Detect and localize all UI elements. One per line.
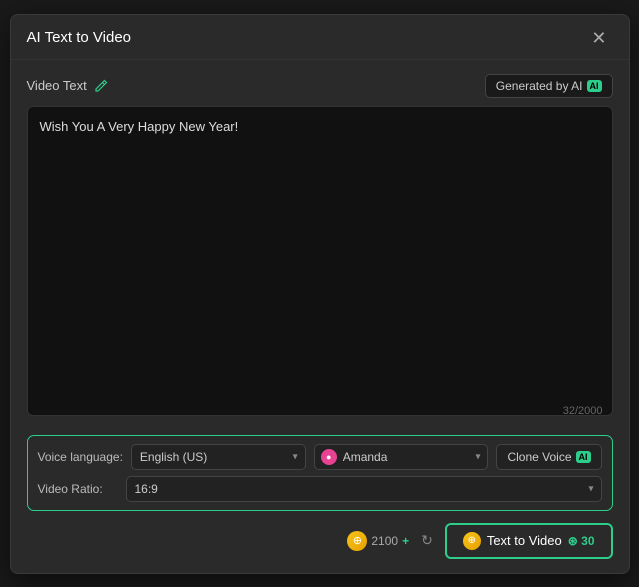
controls-section: Voice language: English (US) ▾ ● Amanda … [27, 435, 613, 511]
clone-voice-ai-badge: AI [576, 451, 591, 463]
credits-section: ⊕ 2100 + [347, 531, 409, 551]
text-to-video-button[interactable]: ⊕ Text to Video ⊛ 30 [445, 523, 613, 559]
voice-language-select[interactable]: English (US) [131, 444, 306, 470]
video-textarea[interactable]: Wish You A Very Happy New Year! [27, 106, 613, 416]
video-ratio-label: Video Ratio: [38, 482, 118, 496]
text-area-wrapper: Wish You A Very Happy New Year! 32/2000 [27, 106, 613, 425]
clone-voice-label: Clone Voice [507, 450, 571, 464]
text-to-video-coin-icon: ⊕ [463, 532, 481, 550]
voice-language-select-wrapper: English (US) ▾ [131, 444, 306, 470]
credits-coin-icon: ⊕ [347, 531, 367, 551]
video-ratio-select-wrapper: 16:9 ▾ [126, 476, 602, 502]
credits-amount: 2100 [371, 534, 398, 548]
voice-row: Voice language: English (US) ▾ ● Amanda … [38, 444, 602, 470]
voice-name-wrapper: ● Amanda ▾ [314, 444, 489, 470]
video-text-header: Video Text Generated by AI AI [27, 74, 613, 98]
text-to-video-label: Text to Video [487, 533, 562, 548]
edit-icon [93, 78, 109, 94]
ratio-row: Video Ratio: 16:9 ▾ [38, 476, 602, 502]
video-text-label: Video Text [27, 78, 87, 93]
ai-badge-sm: AI [587, 80, 602, 92]
dialog: AI Text to Video ✕ Video Text Generated … [10, 14, 630, 574]
refresh-button[interactable]: ↻ [419, 530, 435, 551]
voice-language-label: Voice language: [38, 450, 123, 464]
title-bar: AI Text to Video ✕ [11, 15, 629, 60]
video-ratio-select[interactable]: 16:9 [126, 476, 602, 502]
clone-voice-button[interactable]: Clone Voice AI [496, 444, 601, 470]
title-bar-left: AI Text to Video [27, 29, 132, 46]
footer-row: ⊕ 2100 + ↻ ⊕ Text to Video ⊛ 30 [27, 519, 613, 559]
text-to-video-cost: ⊛ 30 [568, 534, 595, 548]
video-text-label-row: Video Text [27, 78, 109, 94]
voice-name-select[interactable]: Amanda [314, 444, 489, 470]
dialog-title: AI Text to Video [27, 29, 132, 46]
credits-plus-icon: + [402, 534, 409, 548]
generated-by-ai-label: Generated by AI [496, 79, 583, 93]
generated-by-ai-button[interactable]: Generated by AI AI [485, 74, 613, 98]
dialog-content: Video Text Generated by AI AI Wish You A… [11, 60, 629, 573]
close-button[interactable]: ✕ [585, 27, 612, 49]
char-count: 32/2000 [563, 405, 603, 417]
